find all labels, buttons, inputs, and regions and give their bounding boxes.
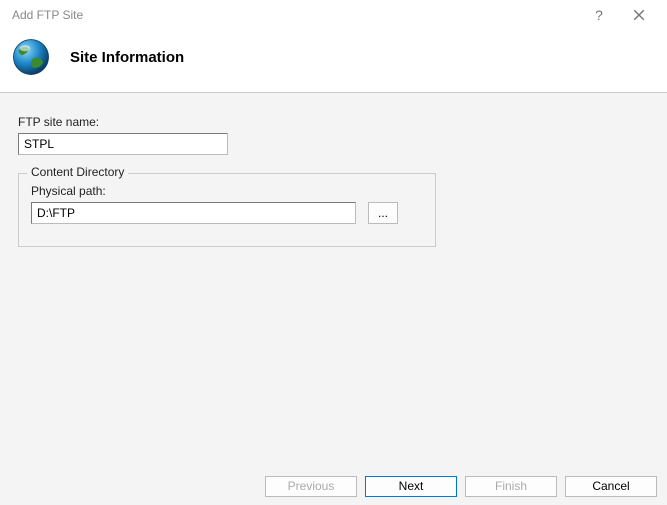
browse-button-label: ...	[378, 206, 388, 220]
site-name-label: FTP site name:	[18, 115, 649, 129]
close-button[interactable]	[619, 1, 659, 29]
previous-button: Previous	[265, 476, 357, 497]
globe-icon	[10, 36, 52, 78]
physical-path-input[interactable]	[31, 202, 356, 224]
page-title: Site Information	[70, 49, 184, 66]
content-area: FTP site name: Content Directory Physica…	[0, 93, 667, 477]
window-title: Add FTP Site	[12, 8, 579, 22]
help-icon: ?	[595, 7, 603, 23]
finish-button: Finish	[465, 476, 557, 497]
previous-button-label: Previous	[288, 479, 335, 493]
browse-button[interactable]: ...	[368, 202, 398, 224]
physical-path-label: Physical path:	[31, 184, 423, 198]
physical-path-row: ...	[31, 202, 423, 224]
content-directory-group: Content Directory Physical path: ...	[18, 173, 436, 247]
next-button[interactable]: Next	[365, 476, 457, 497]
site-name-input[interactable]	[18, 133, 228, 155]
cancel-button-label: Cancel	[592, 479, 629, 493]
next-button-label: Next	[399, 479, 424, 493]
help-button[interactable]: ?	[579, 1, 619, 29]
content-directory-legend: Content Directory	[27, 165, 128, 179]
finish-button-label: Finish	[495, 479, 527, 493]
wizard-footer: Previous Next Finish Cancel	[0, 475, 667, 505]
cancel-button[interactable]: Cancel	[565, 476, 657, 497]
titlebar: Add FTP Site ?	[0, 0, 667, 30]
close-icon	[633, 9, 645, 21]
wizard-header: Site Information	[0, 30, 667, 92]
